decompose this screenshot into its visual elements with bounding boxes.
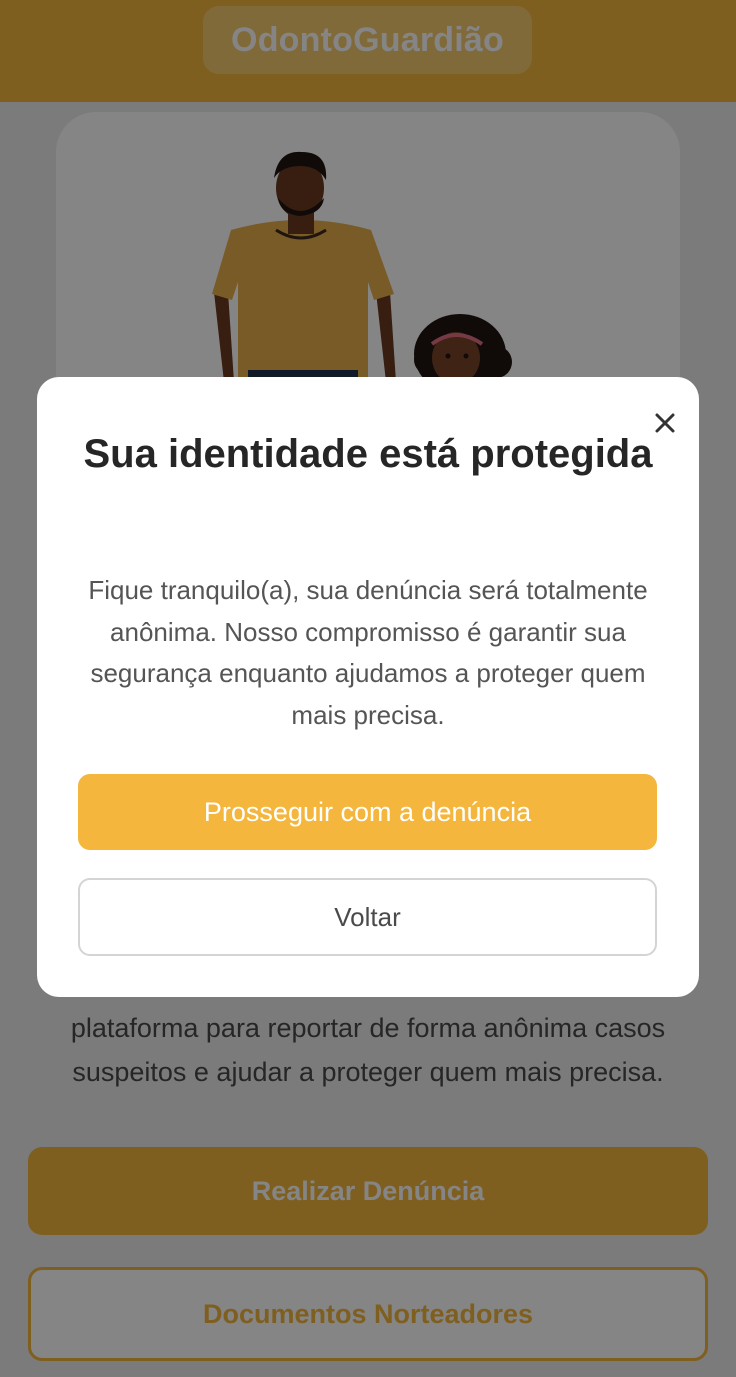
back-button[interactable]: Voltar [78, 878, 657, 956]
modal-description: Fique tranquilo(a), sua denúncia será to… [88, 575, 648, 730]
proceed-report-button[interactable]: Prosseguir com a denúncia [78, 774, 657, 850]
anonymity-modal: Sua identidade está protegida Fique tran… [37, 377, 699, 997]
modal-title: Sua identidade está protegida [83, 432, 653, 476]
